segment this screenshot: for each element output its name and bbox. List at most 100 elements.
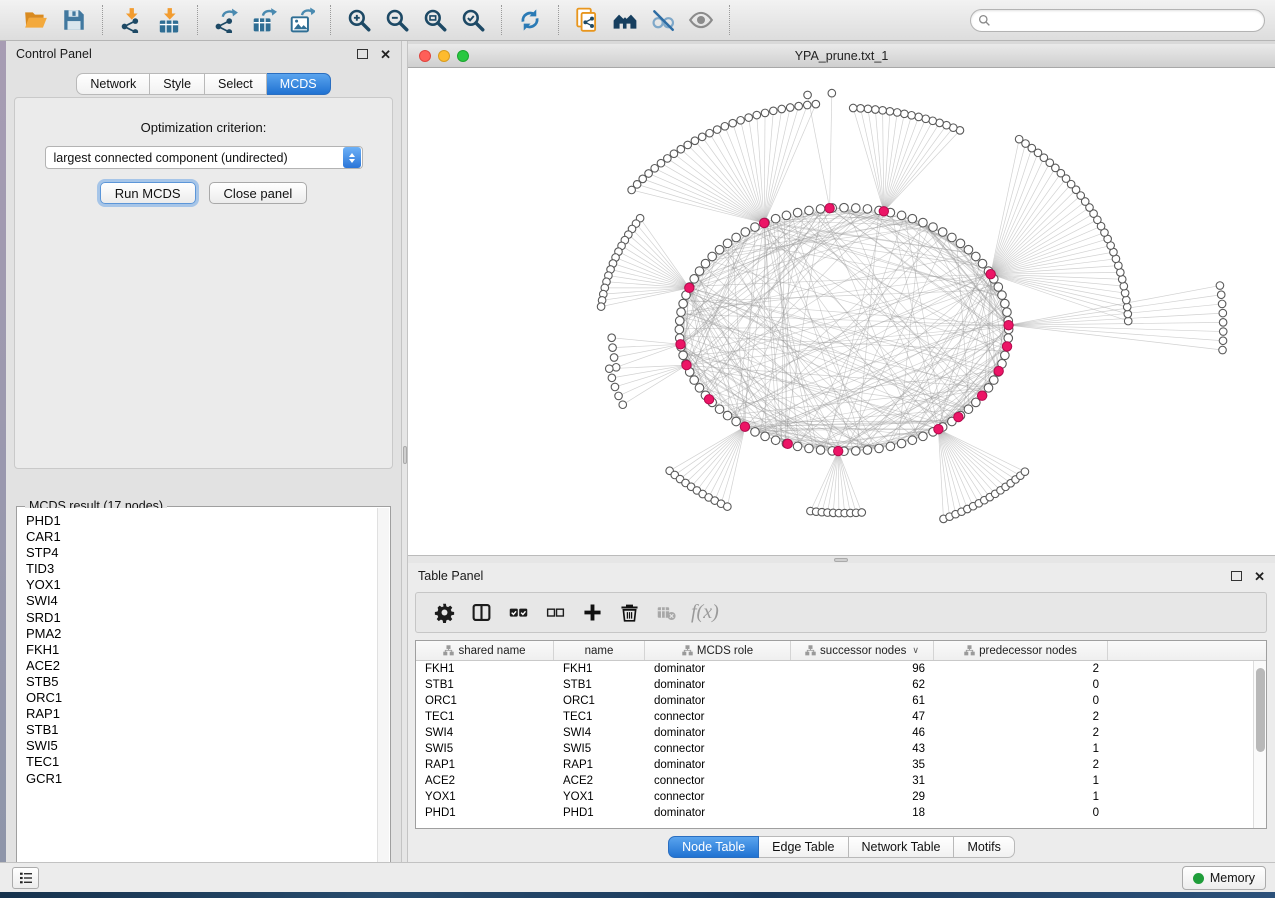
optimization-criterion-select[interactable]: largest connected component (undirected): [45, 146, 363, 169]
ring-node[interactable]: [840, 203, 849, 212]
ring-node[interactable]: [1001, 351, 1010, 360]
mcds-node[interactable]: [685, 283, 694, 292]
memory-button[interactable]: Memory: [1182, 866, 1266, 890]
ring-node[interactable]: [863, 205, 872, 214]
share-document-button[interactable]: [568, 4, 606, 36]
ring-node[interactable]: [715, 405, 724, 414]
leaf-node[interactable]: [864, 105, 872, 113]
leaf-node[interactable]: [812, 100, 820, 108]
tab-motifs[interactable]: Motifs: [954, 836, 1014, 858]
leaf-node[interactable]: [670, 150, 678, 158]
mcds-node[interactable]: [1002, 342, 1011, 351]
mcds-result-list[interactable]: PHD1CAR1STP4TID3YOX1SWI4SRD1PMA2FKH1ACE2…: [18, 508, 389, 879]
leaf-node[interactable]: [778, 105, 786, 113]
horizontal-splitter[interactable]: [408, 556, 1275, 563]
column-header-name[interactable]: name: [554, 641, 645, 660]
leaf-node[interactable]: [1218, 300, 1226, 308]
leaf-node[interactable]: [929, 117, 937, 125]
leaf-node[interactable]: [922, 115, 930, 123]
select-all-button[interactable]: [502, 597, 534, 629]
ring-node[interactable]: [929, 223, 938, 232]
table-row[interactable]: PHD1PHD1dominator180: [416, 805, 1253, 821]
ring-node[interactable]: [984, 384, 993, 393]
ring-node[interactable]: [695, 384, 704, 393]
mcds-node-item[interactable]: ACE2: [26, 658, 389, 674]
mcds-node-item[interactable]: TEC1: [26, 754, 389, 770]
leaf-node[interactable]: [684, 141, 692, 149]
splitter-handle[interactable]: [834, 558, 848, 562]
table-row[interactable]: RAP1RAP1dominator352: [416, 757, 1253, 773]
search-input[interactable]: [991, 12, 1264, 30]
mcds-node[interactable]: [986, 269, 995, 278]
mcds-node-item[interactable]: SWI5: [26, 738, 389, 754]
leaf-node[interactable]: [1123, 296, 1131, 304]
mcds-node-item[interactable]: TID3: [26, 561, 389, 577]
leaf-node[interactable]: [745, 114, 753, 122]
mcds-node-item[interactable]: STB5: [26, 674, 389, 690]
splitter-handle[interactable]: [403, 446, 407, 464]
tab-style[interactable]: Style: [150, 73, 205, 95]
ring-node[interactable]: [679, 351, 688, 360]
zoom-selected-button[interactable]: [454, 4, 492, 36]
leaf-node[interactable]: [761, 109, 769, 117]
ring-node[interactable]: [805, 444, 814, 453]
ring-node[interactable]: [1004, 334, 1013, 343]
leaf-node[interactable]: [886, 108, 894, 116]
leaf-node[interactable]: [691, 137, 699, 145]
export-image-button[interactable]: [283, 4, 321, 36]
ring-node[interactable]: [677, 308, 686, 317]
leaf-node[interactable]: [597, 303, 605, 311]
mcds-node[interactable]: [682, 360, 691, 369]
leaf-node[interactable]: [804, 91, 812, 99]
leaf-node[interactable]: [1124, 317, 1132, 325]
leaf-node[interactable]: [1120, 282, 1128, 290]
leaf-node[interactable]: [901, 110, 909, 118]
ring-node[interactable]: [875, 444, 884, 453]
mcds-node-item[interactable]: RAP1: [26, 706, 389, 722]
toggle-columns-button[interactable]: [465, 597, 497, 629]
ring-node[interactable]: [919, 218, 928, 227]
leaf-node[interactable]: [908, 112, 916, 120]
leaf-node[interactable]: [828, 89, 836, 97]
leaf-node[interactable]: [786, 104, 794, 112]
zoom-in-button[interactable]: [340, 4, 378, 36]
mcds-node[interactable]: [759, 218, 768, 227]
ring-node[interactable]: [1003, 308, 1012, 317]
leaf-node[interactable]: [721, 122, 729, 130]
leaf-node[interactable]: [1216, 282, 1224, 290]
search-box[interactable]: [970, 9, 1265, 32]
zoom-out-button[interactable]: [378, 4, 416, 36]
leaf-node[interactable]: [1219, 328, 1227, 336]
ring-node[interactable]: [886, 442, 895, 451]
column-header-MCDS-role[interactable]: MCDS role: [645, 641, 791, 660]
mcds-node-item[interactable]: STB1: [26, 722, 389, 738]
mcds-node[interactable]: [740, 422, 749, 431]
leaf-node[interactable]: [698, 133, 706, 141]
leaf-node[interactable]: [1219, 346, 1227, 354]
leaf-node[interactable]: [612, 363, 620, 371]
ring-node[interactable]: [978, 259, 987, 268]
tab-mcds[interactable]: MCDS: [267, 73, 331, 95]
ring-node[interactable]: [732, 417, 741, 426]
table-row[interactable]: SWI5SWI5connector431: [416, 741, 1253, 757]
ring-node[interactable]: [751, 223, 760, 232]
ring-node[interactable]: [897, 211, 906, 220]
mcds-node[interactable]: [704, 395, 713, 404]
ring-node[interactable]: [751, 428, 760, 437]
ring-node[interactable]: [948, 233, 957, 242]
float-panel-icon[interactable]: [1231, 571, 1242, 581]
tab-network-table[interactable]: Network Table: [849, 836, 955, 858]
leaf-node[interactable]: [753, 111, 761, 119]
leaf-node[interactable]: [872, 106, 880, 114]
ring-node[interactable]: [793, 208, 802, 217]
mcds-node[interactable]: [825, 204, 834, 213]
node-table[interactable]: shared namenameMCDS rolesuccessor nodes∨…: [415, 640, 1267, 829]
ring-node[interactable]: [938, 228, 947, 237]
ring-node[interactable]: [998, 291, 1007, 300]
refresh-button[interactable]: [511, 4, 549, 36]
find-binoculars-button[interactable]: [606, 4, 644, 36]
ring-node[interactable]: [964, 245, 973, 254]
leaf-node[interactable]: [857, 105, 865, 113]
table-row[interactable]: SWI4SWI4dominator462: [416, 725, 1253, 741]
task-history-button[interactable]: [12, 867, 39, 889]
